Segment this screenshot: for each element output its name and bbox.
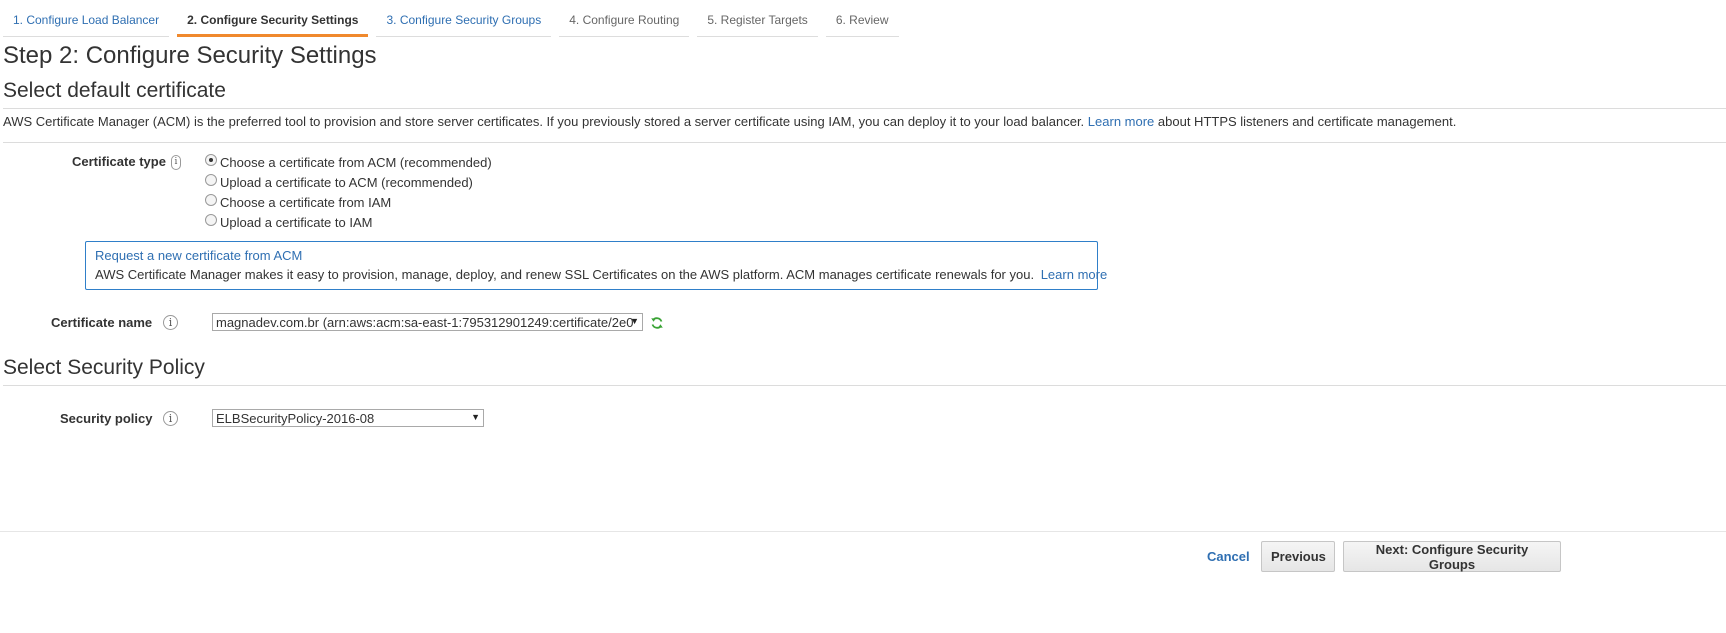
- request-certificate-info-box: Request a new certificate from ACM AWS C…: [85, 241, 1107, 290]
- radio-choose-iam[interactable]: Choose a certificate from IAM: [205, 192, 492, 212]
- radio-button[interactable]: [205, 194, 217, 206]
- section-divider: [3, 385, 1726, 386]
- info-icon[interactable]: i: [163, 411, 178, 426]
- wizard-tabs: 1. Configure Load Balancer 2. Configure …: [3, 8, 899, 37]
- dropdown-arrow-icon: ▼: [630, 316, 639, 326]
- request-certificate-link[interactable]: Request a new certificate from ACM: [95, 248, 1087, 267]
- dropdown-arrow-icon: ▼: [471, 412, 480, 422]
- security-policy-value: ELBSecurityPolicy-2016-08: [216, 411, 375, 426]
- certificate-name-value: magnadev.com.br (arn:aws:acm:sa-east-1:7…: [216, 315, 634, 330]
- intro-divider: [3, 142, 1726, 143]
- radio-choose-acm[interactable]: Choose a certificate from ACM (recommend…: [205, 152, 492, 172]
- certificate-name-label: Certificate name: [51, 315, 153, 330]
- radio-label: Choose a certificate from ACM (recommend…: [220, 154, 492, 170]
- intro-suffix: about HTTPS listeners and certificate ma…: [1157, 114, 1457, 129]
- radio-button[interactable]: [205, 214, 217, 226]
- tab-configure-security-groups[interactable]: 3. Configure Security Groups: [376, 8, 552, 37]
- cancel-link[interactable]: Cancel: [1207, 549, 1250, 564]
- refresh-icon[interactable]: [650, 316, 664, 330]
- tab-configure-routing: 4. Configure Routing: [559, 8, 690, 37]
- policy-section-title: Select Security Policy: [3, 356, 205, 379]
- radio-label: Upload a certificate to IAM: [220, 214, 373, 230]
- certificate-type-radio-group: Choose a certificate from ACM (recommend…: [205, 152, 492, 232]
- certificate-name-select[interactable]: magnadev.com.br (arn:aws:acm:sa-east-1:7…: [212, 313, 643, 331]
- info-box-description: AWS Certificate Manager makes it easy to…: [95, 267, 1035, 282]
- intro-learn-more-link[interactable]: Learn more: [1088, 114, 1154, 129]
- footer-divider: [0, 531, 1726, 532]
- certificate-type-label: Certificate type: [72, 154, 166, 169]
- next-configure-security-groups-button[interactable]: Next: Configure Security Groups: [1343, 541, 1561, 572]
- intro-text: AWS Certificate Manager (ACM) is the pre…: [3, 114, 1085, 129]
- info-icon[interactable]: i: [163, 315, 178, 330]
- tab-register-targets: 5. Register Targets: [697, 8, 818, 37]
- tab-configure-security-settings[interactable]: 2. Configure Security Settings: [177, 8, 369, 37]
- security-policy-label: Security policy: [60, 411, 153, 426]
- info-box-learn-more-link[interactable]: Learn more: [1041, 267, 1107, 282]
- security-policy-select[interactable]: ELBSecurityPolicy-2016-08 ▼: [212, 409, 484, 427]
- info-box-text: AWS Certificate Manager makes it easy to…: [95, 267, 1107, 282]
- elb-wizard-page: 1. Configure Load Balancer 2. Configure …: [0, 0, 1726, 633]
- radio-upload-iam[interactable]: Upload a certificate to IAM: [205, 212, 492, 232]
- tab-review: 6. Review: [825, 8, 899, 37]
- radio-label: Upload a certificate to ACM (recommended…: [220, 174, 473, 190]
- radio-button-checked[interactable]: [205, 154, 217, 166]
- certificate-intro: AWS Certificate Manager (ACM) is the pre…: [3, 114, 1456, 129]
- page-title: Step 2: Configure Security Settings: [3, 42, 377, 69]
- tab-configure-load-balancer[interactable]: 1. Configure Load Balancer: [3, 8, 170, 37]
- info-icon[interactable]: i: [171, 155, 181, 170]
- previous-button[interactable]: Previous: [1261, 541, 1335, 572]
- radio-button[interactable]: [205, 174, 217, 186]
- radio-label: Choose a certificate from IAM: [220, 194, 392, 210]
- radio-upload-acm[interactable]: Upload a certificate to ACM (recommended…: [205, 172, 492, 192]
- certificate-section-title: Select default certificate: [3, 79, 226, 102]
- section-divider: [3, 108, 1726, 109]
